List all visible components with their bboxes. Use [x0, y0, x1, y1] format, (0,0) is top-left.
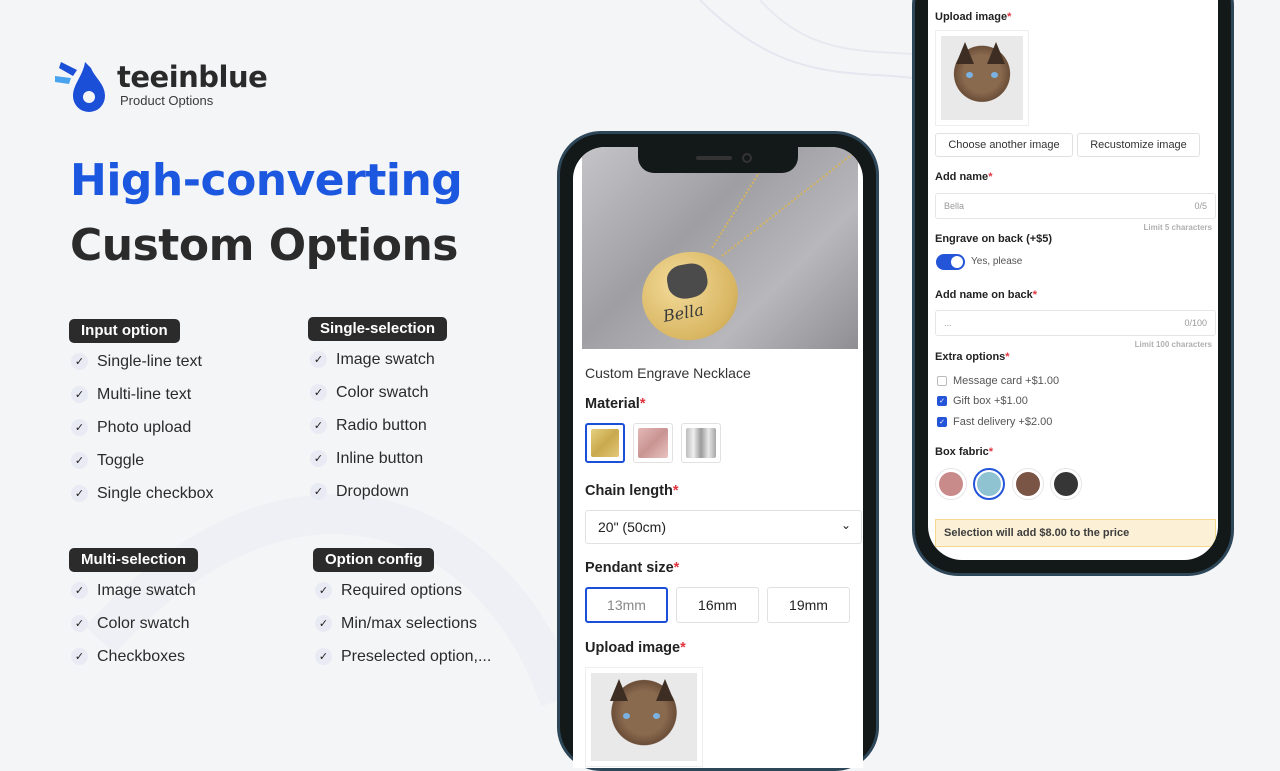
- fabric-color-swatch[interactable]: [1050, 468, 1082, 500]
- choose-another-image-button[interactable]: Choose another image: [935, 133, 1073, 157]
- check-icon: ✓: [71, 386, 88, 403]
- pendant-size-button[interactable]: 19mm: [767, 587, 850, 623]
- fabric-color-swatch[interactable]: [1012, 468, 1044, 500]
- cat-photo: [591, 673, 697, 761]
- check-icon: ✓: [310, 483, 327, 500]
- pendant-size-button[interactable]: 13mm: [585, 587, 668, 623]
- feature-item: ✓ Dropdown: [308, 475, 447, 508]
- recustomize-image-button[interactable]: Recustomize image: [1077, 133, 1200, 157]
- feature-item: ✓ Preselected option,...: [313, 640, 491, 673]
- extra-option-checkbox[interactable]: Message card +$1.00: [937, 375, 1059, 387]
- feature-item: ✓ Checkboxes: [69, 640, 198, 673]
- feature-item: ✓ Inline button: [308, 442, 447, 475]
- material-swatch-gold[interactable]: [585, 423, 625, 463]
- toggle-text: Yes, please: [971, 256, 1023, 267]
- phone-screen: Upload image* Choose another image Recus…: [928, 0, 1218, 560]
- group-title: Input option: [69, 319, 180, 343]
- feature-group-input: Input option ✓ Single-line text ✓ Multi-li…: [69, 319, 214, 510]
- feature-group-option-config: Option config ✓ Required options ✓ Min/max…: [313, 548, 491, 673]
- uploaded-image-preview[interactable]: [585, 667, 703, 767]
- checkbox-checked-icon: ✓: [937, 417, 947, 427]
- chain-length-label: Chain length*: [585, 483, 679, 499]
- extra-option-checkbox[interactable]: ✓ Gift box +$1.00: [937, 395, 1028, 407]
- feature-item: ✓ Photo upload: [69, 411, 214, 444]
- feature-item: ✓ Image swatch: [69, 574, 198, 607]
- check-icon: ✓: [71, 419, 88, 436]
- material-swatch-rose-gold[interactable]: [633, 423, 673, 463]
- headline-line2: Custom Options: [70, 220, 459, 271]
- feature-group-single-selection: Single-selection ✓ Image swatch ✓ Color sw…: [308, 317, 448, 508]
- feature-item: ✓ Radio button: [308, 409, 447, 442]
- engraving-text: Bella: [661, 299, 706, 326]
- pendant-size-label: Pendant size*: [585, 560, 680, 576]
- feature-item: ✓ Image swatch: [308, 343, 447, 376]
- check-icon: ✓: [315, 582, 332, 599]
- phone-screen: Bella Custom Engrave Necklace Material* …: [573, 147, 863, 768]
- feature-item: ✓ Single-line text: [69, 345, 214, 378]
- feature-item: ✓ Color swatch: [308, 376, 447, 409]
- feature-item: ✓ Required options: [313, 574, 491, 607]
- engrave-toggle[interactable]: [936, 254, 965, 270]
- fabric-color-swatch[interactable]: [935, 468, 967, 500]
- engrave-label: Engrave on back (+$5): [935, 233, 1053, 245]
- phone-notch: [638, 147, 798, 173]
- fabric-color-swatch[interactable]: [973, 468, 1005, 500]
- chevron-down-icon: ⌄: [840, 518, 851, 532]
- uploaded-image-preview[interactable]: [935, 30, 1029, 126]
- brand-subtitle: Product Options: [120, 93, 214, 108]
- back-name-input[interactable]: ... 0/100: [935, 310, 1216, 336]
- box-fabric-label: Box fabric*: [935, 446, 994, 458]
- chain-length-dropdown[interactable]: 20" (50cm) ⌄: [585, 510, 862, 544]
- char-limit-hint: Limit 100 characters: [1134, 340, 1212, 349]
- add-name-label: Add name*: [935, 171, 993, 183]
- feature-group-multi-selection: Multi-selection ✓ Image swatch ✓ Color swa…: [69, 548, 199, 673]
- check-icon: ✓: [71, 582, 88, 599]
- material-label: Material*: [585, 396, 646, 412]
- extra-options-label: Extra options*: [935, 351, 1010, 363]
- check-icon: ✓: [71, 648, 88, 665]
- add-name-input[interactable]: Bella 0/5: [935, 193, 1216, 219]
- feature-item: ✓ Toggle: [69, 444, 214, 477]
- back-name-label: Add name on back*: [935, 289, 1038, 301]
- teeinblue-logo-icon: [55, 62, 105, 112]
- check-icon: ✓: [310, 450, 327, 467]
- material-swatch-silver[interactable]: [681, 423, 721, 463]
- check-icon: ✓: [310, 384, 327, 401]
- check-icon: ✓: [71, 452, 88, 469]
- char-counter: 0/5: [1194, 201, 1207, 211]
- group-title: Multi-selection: [69, 548, 199, 572]
- extra-option-checkbox[interactable]: ✓ Fast delivery +$2.00: [937, 416, 1052, 428]
- phone-mockup-options: Upload image* Choose another image Recus…: [912, 0, 1234, 576]
- pendant-size-button[interactable]: 16mm: [676, 587, 759, 623]
- cat-photo: [941, 36, 1023, 120]
- brand-logo: teeinblue Product Options: [55, 56, 268, 114]
- phone-mockup-product: Bella Custom Engrave Necklace Material* …: [557, 131, 879, 771]
- product-image: Bella: [582, 147, 858, 349]
- feature-item: ✓ Multi-line text: [69, 378, 214, 411]
- group-title: Single-selection: [308, 317, 448, 341]
- char-counter: 0/100: [1184, 318, 1207, 328]
- price-notice: Selection will add $8.00 to the price: [935, 519, 1216, 547]
- upload-image-label: Upload image*: [585, 640, 686, 656]
- checkbox-checked-icon: ✓: [937, 396, 947, 406]
- feature-item: ✓ Color swatch: [69, 607, 198, 640]
- product-title: Custom Engrave Necklace: [585, 365, 751, 381]
- check-icon: ✓: [310, 417, 327, 434]
- check-icon: ✓: [315, 648, 332, 665]
- checkbox-icon: [937, 376, 947, 386]
- check-icon: ✓: [71, 485, 88, 502]
- check-icon: ✓: [71, 353, 88, 370]
- upload-image-label: Upload image*: [935, 11, 1012, 23]
- feature-item: ✓ Min/max selections: [313, 607, 491, 640]
- char-limit-hint: Limit 5 characters: [1143, 223, 1212, 232]
- headline-line1: High-converting: [70, 155, 463, 206]
- check-icon: ✓: [315, 615, 332, 632]
- check-icon: ✓: [71, 615, 88, 632]
- feature-item: ✓ Single checkbox: [69, 477, 214, 510]
- brand-name: teeinblue: [117, 60, 268, 94]
- check-icon: ✓: [310, 351, 327, 368]
- group-title: Option config: [313, 548, 435, 572]
